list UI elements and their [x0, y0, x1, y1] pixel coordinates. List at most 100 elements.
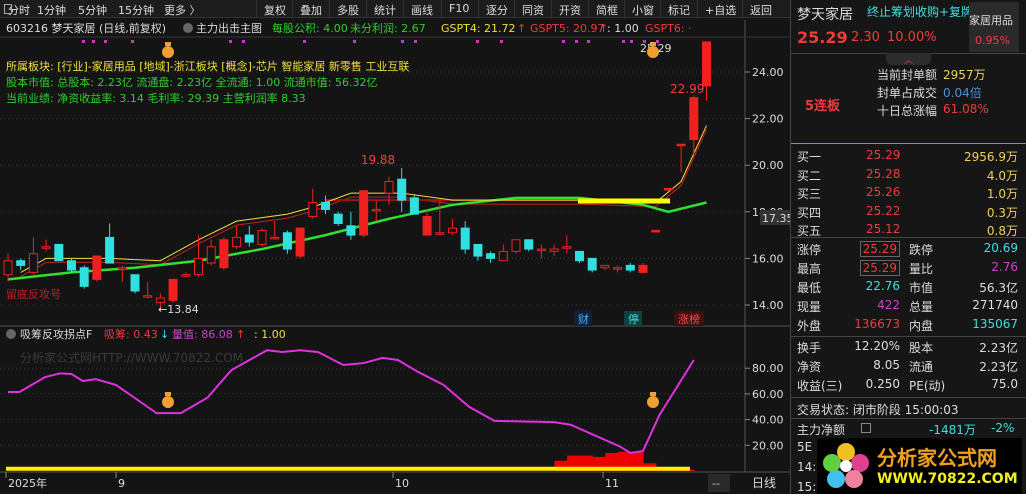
stat-value: 422	[877, 298, 900, 312]
candle	[524, 239, 534, 250]
high-label: 19.88	[361, 153, 395, 167]
bid-label: 买四	[797, 205, 822, 220]
candle	[562, 246, 572, 249]
ratio-label: 封单占成交	[877, 86, 938, 100]
stat-label: 现量	[797, 300, 822, 314]
ten-day-value: 61.08%	[943, 102, 989, 116]
x-axis-label: 9	[118, 477, 125, 490]
candle	[168, 278, 178, 301]
seal-label: 当前封单额	[877, 68, 938, 82]
stat-value: 2.23亿	[979, 360, 1018, 374]
stat-label: 流通	[909, 360, 934, 374]
candle	[498, 250, 508, 262]
kline-chart[interactable]: 603216 梦天家居 (日线,前复权) 主力出击主图 每股公积: 4.00 未分利润…	[0, 0, 790, 494]
money-bag-icon	[650, 392, 656, 396]
bid-price: 25.29	[866, 148, 901, 162]
candle	[371, 208, 381, 212]
board-info-line: 股本市值: 总股本: 2.23亿 流通盘: 2.23亿 全流通: 1.00 流通…	[6, 75, 377, 89]
stat-value: 25.29	[859, 241, 900, 257]
candle	[54, 243, 64, 262]
stat-value: 2.23亿	[979, 341, 1018, 355]
stat-label: 外盘	[797, 319, 822, 333]
indicator-value: ↑	[517, 22, 526, 35]
stat-label: 最高	[797, 262, 822, 276]
signal-dot	[104, 40, 107, 43]
signal-dot	[414, 40, 417, 43]
marker-1: 停	[628, 312, 639, 326]
candle	[486, 253, 496, 259]
dropdown-icon	[183, 23, 193, 33]
stat-value: 135067	[972, 317, 1018, 331]
stat-label: 收益(三)	[797, 379, 843, 393]
candle	[206, 246, 216, 264]
bid-label: 买一	[797, 150, 822, 164]
money-bag-icon	[162, 46, 174, 58]
signal-dot	[562, 40, 565, 43]
marker-2: 涨榜	[678, 312, 700, 326]
signal-dot	[82, 40, 85, 43]
board-info-line: 所属板块: [行业]-家居用品 [地域]-浙江板块 [概念]-芯片 智能家居 新…	[6, 59, 409, 73]
candle	[397, 178, 407, 201]
industry-box[interactable]: 家居用品 0.95%	[969, 2, 1019, 52]
candle	[244, 234, 254, 243]
indicator-y-label: 40.00	[752, 414, 784, 427]
candle	[663, 188, 673, 191]
list-icon[interactable]	[861, 423, 871, 433]
signal-dot	[92, 40, 95, 43]
candle	[181, 274, 191, 277]
signal-dot	[353, 40, 356, 43]
flower-logo-icon	[823, 443, 869, 488]
news-tag[interactable]: 终止筹划收购+复牌	[867, 3, 973, 20]
indicator-v3: : 1.00	[254, 328, 286, 341]
indicator-title: 吸筹反攻拐点F	[20, 327, 92, 341]
stat-value: 22.76	[865, 279, 900, 293]
candle	[67, 260, 76, 271]
indicator-y-label: 20.00	[752, 439, 784, 452]
collapse-chevron-icon[interactable]: ︿	[886, 53, 931, 66]
candle	[359, 190, 369, 236]
logo-url: WWW.70822.COM	[877, 471, 1018, 487]
candle	[194, 257, 203, 276]
candle	[155, 297, 165, 304]
candle	[460, 227, 470, 250]
candle	[422, 215, 432, 236]
y-axis-label: 16.00	[752, 252, 784, 265]
signal-dot	[630, 40, 633, 43]
candle	[676, 143, 686, 147]
candle	[409, 197, 419, 215]
bid-volume: 4.0万	[986, 168, 1018, 183]
signal-dot	[229, 40, 232, 43]
stat-label: 涨停	[797, 243, 822, 257]
candle	[549, 248, 559, 252]
time-2: 15:	[797, 480, 817, 494]
stat-label: PE(动)	[909, 379, 946, 393]
candle	[105, 236, 115, 264]
candle	[117, 267, 127, 270]
flow-value: -1481万	[929, 423, 976, 437]
indicator-dropdown-icon	[6, 329, 16, 339]
stat-value: 271740	[972, 298, 1018, 312]
candle	[511, 239, 521, 252]
candle	[613, 267, 623, 270]
stat-value: 20.69	[983, 241, 1018, 255]
indicator-value: GSPT6: ·	[645, 22, 692, 35]
stat-value: 2.76	[991, 260, 1018, 274]
board-count: 5连板	[805, 99, 841, 114]
indicator-value: GSPT5: 20.97	[530, 22, 605, 35]
indicator-y-label: 60.00	[752, 388, 784, 401]
indicator-value: 未分利润: 2.67	[350, 21, 426, 35]
candle	[79, 267, 89, 287]
top2-label: 22.99	[670, 82, 704, 96]
low-label: ←13.84	[158, 303, 199, 316]
signal-dot	[622, 40, 625, 43]
candle	[219, 239, 229, 269]
logo-text: 分析家公式网	[877, 446, 997, 470]
signal-dot	[587, 40, 590, 43]
money-bag-icon	[165, 392, 171, 396]
candle	[41, 246, 51, 249]
stat-label: 量比	[909, 262, 934, 276]
indicator-value: GSPT4: 21.72	[441, 22, 516, 35]
money-bag-icon	[647, 396, 659, 408]
candle	[295, 227, 305, 257]
period-label: 日线	[752, 476, 776, 490]
